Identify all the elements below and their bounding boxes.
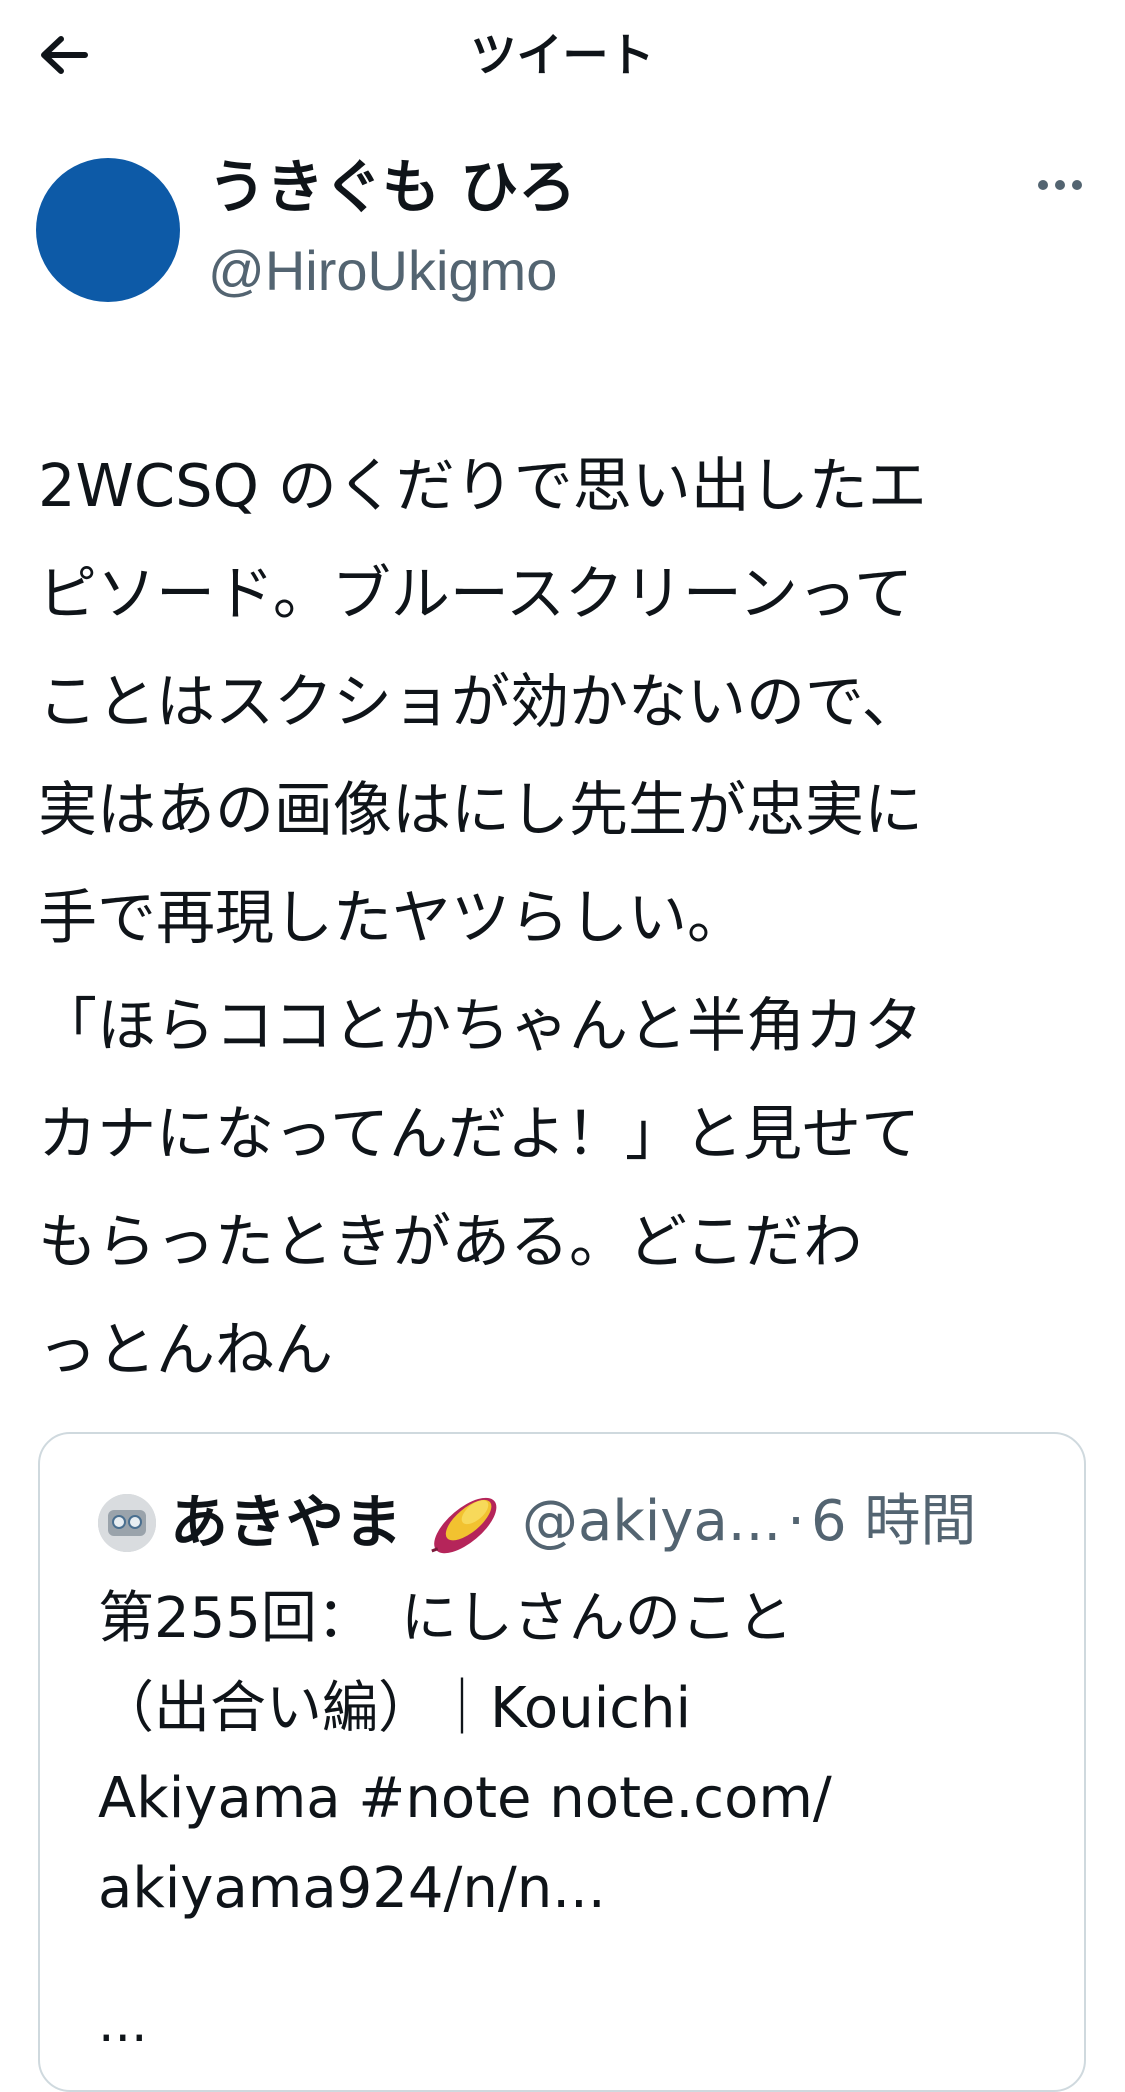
tweet-text-line: ことはスクショが効かないので、 [38, 667, 921, 736]
tweet-text-line: カナになってんだよ！」と見せて [38, 1099, 921, 1168]
tweet-text-line: 「ほらココとかちゃんと半角カタ [38, 991, 924, 1060]
quoted-text-line: （出合い編）｜Kouichi [98, 1676, 692, 1741]
tweet-text-line: もらったときがある。どこだわ [38, 1207, 863, 1276]
quoted-text-line: 第255回： にしさんのこと [98, 1586, 793, 1651]
meta-separator: · [787, 1489, 805, 1554]
tweet-text-line: 手で再現したヤツらしい。 [38, 883, 747, 952]
quoted-tweet-card[interactable]: あきやま @akiya... · 6 時間 第255回： にしさんのこと （出合い編… [38, 1432, 1086, 2092]
quoted-text: 第255回： にしさんのこと （出合い編）｜Kouichi Akiyama #n… [98, 1574, 1038, 1934]
sweet-potato-icon [431, 1497, 497, 1554]
quoted-handle: @akiya... [522, 1489, 782, 1554]
more-options-button[interactable] [1030, 165, 1090, 205]
page-title: ツイート [470, 28, 655, 82]
quoted-meta: @akiya... · 6 時間 [522, 1482, 976, 1562]
quoted-display-name[interactable]: あきやま [170, 1482, 402, 1562]
tweet-text-line: 実はあの画像はにし先生が忠実に [38, 775, 924, 844]
quoted-text-line: Akiyama #note note.com/ [98, 1766, 832, 1831]
tweet-text-line: っとんねん [38, 1315, 334, 1384]
quoted-truncation: ... [98, 1994, 148, 2054]
avatar[interactable] [36, 158, 180, 302]
top-bar: ツイート [0, 0, 1125, 110]
quoted-timestamp: 6 時間 [810, 1489, 977, 1554]
tweet-text: 2WCSQ のくだりで思い出したエ ピソード。ブルースクリーンって ことはスクシ… [38, 432, 1098, 1404]
tweet-text-line: ピソード。ブルースクリーンって [38, 559, 913, 628]
avatar-image-icon [98, 1494, 156, 1552]
more-horizontal-icon [1038, 180, 1082, 190]
author-handle[interactable]: @HiroUkigmo [208, 236, 557, 306]
quoted-text-line: akiyama924/n/n... [98, 1856, 606, 1921]
quoted-avatar[interactable] [98, 1494, 156, 1552]
tweet-text-line: 2WCSQ のくだりで思い出したエ [38, 451, 927, 520]
author-display-name[interactable]: うきぐも ひろ [208, 150, 576, 224]
